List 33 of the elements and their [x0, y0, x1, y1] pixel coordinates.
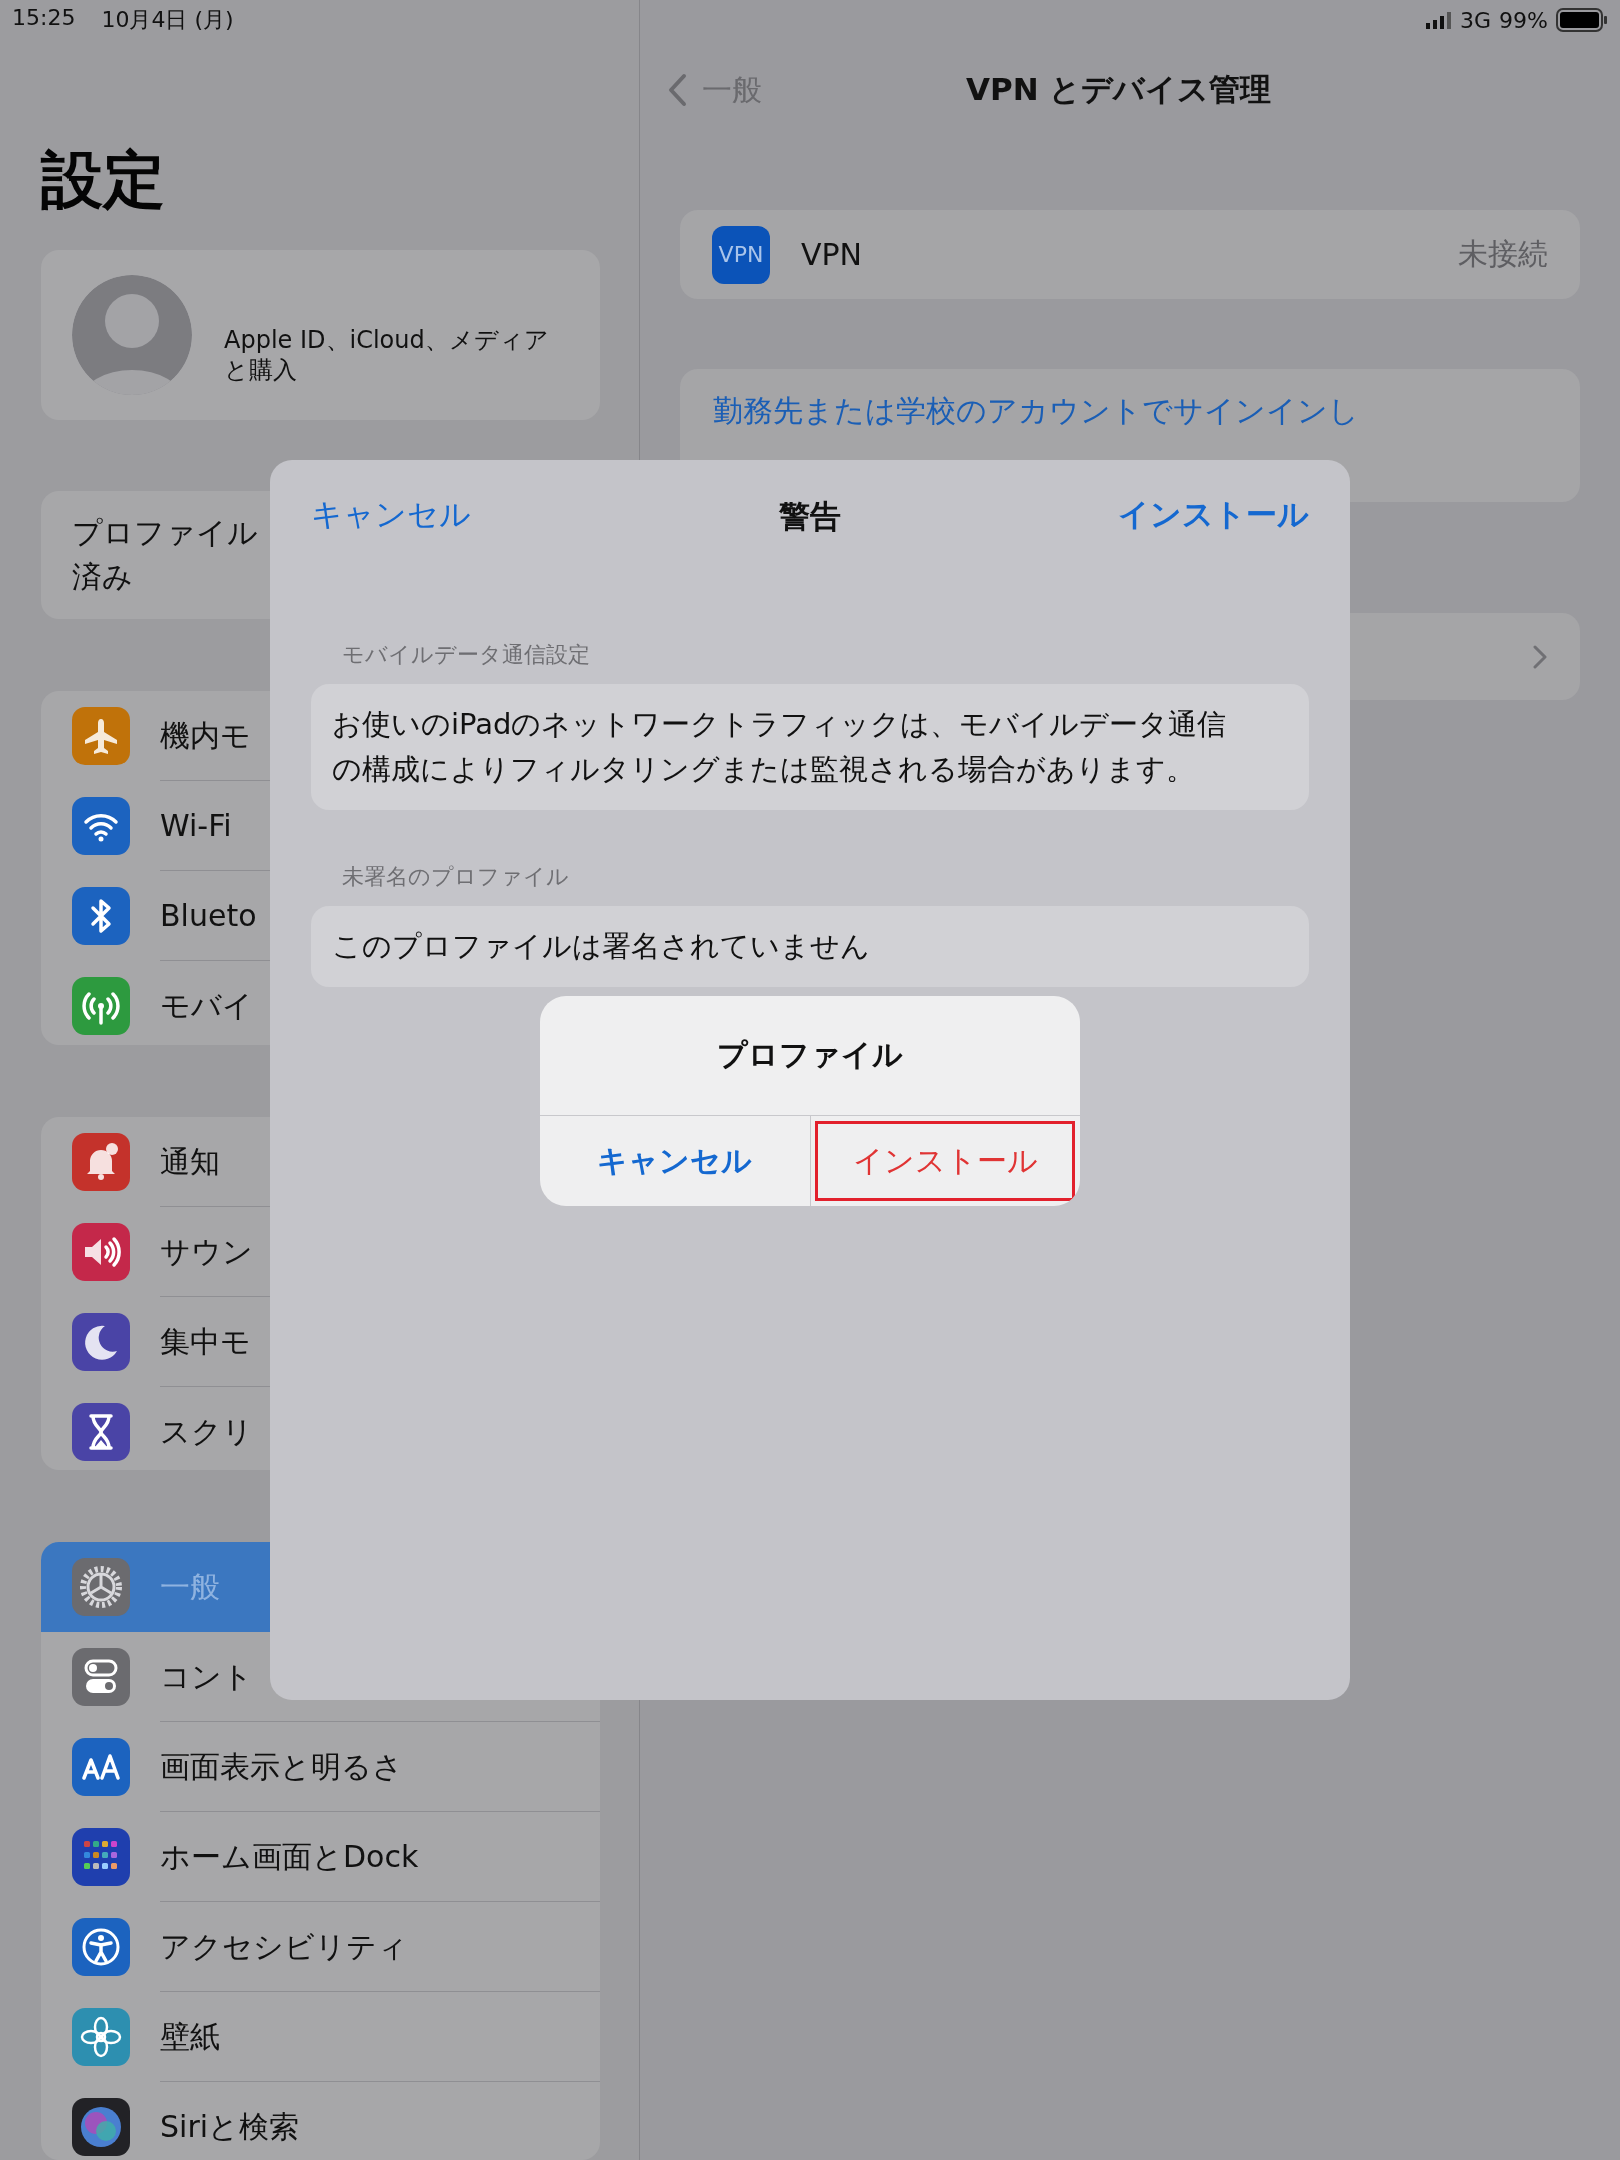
date: 10月4日 (月) [101, 6, 234, 34]
warning-text: このプロファイルは署名されていません [311, 906, 1309, 987]
account-label: Apple ID、iCloud、メディアと購入 [224, 324, 550, 385]
row-label: Blueto [160, 897, 257, 936]
row-label: スクリ [160, 1412, 253, 1451]
row-label: 一般 [160, 1567, 220, 1606]
vpn-label: VPN [801, 237, 864, 272]
row-label: ホーム画面とDock [160, 1837, 419, 1876]
row-label: モバイ [160, 987, 253, 1026]
battery-percent: 99% [1499, 7, 1548, 33]
warning-text: お使いのiPadのネットワークトラフィックは、モバイルデータ通信の構成によりフィルタリングまたは監視される場合があります。 [311, 684, 1309, 810]
sheet-title: 警告 [779, 497, 841, 536]
page-title: 設定 [41, 142, 166, 218]
row-label: Wi-Fi [160, 807, 232, 846]
row-label: 画面表示と明るさ [160, 1747, 403, 1786]
notice-text: プロファイル [72, 514, 258, 552]
row-label: アクセシビリティ [160, 1927, 408, 1966]
network-type: 3G [1460, 7, 1492, 33]
row-label: コント [160, 1657, 253, 1696]
vpn-status: 未接続 [1458, 235, 1548, 273]
vpn-icon: VPN [712, 225, 770, 284]
nav-title: VPN とデバイス管理 [966, 70, 1272, 109]
alert-title: プロファイル [717, 1036, 903, 1074]
row-label: Siriと検索 [160, 2107, 300, 2146]
row-label: 機内モ [160, 717, 251, 756]
time: 15:25 [12, 5, 76, 32]
row-label: 集中モ [160, 1322, 251, 1361]
row-label: 通知 [160, 1142, 220, 1181]
notice-text: 済み [72, 558, 133, 596]
section-header: 未署名のプロファイル [342, 863, 570, 891]
section-header: モバイルデータ通信設定 [342, 641, 591, 669]
row-label: サウン [160, 1232, 253, 1271]
row-label: 壁紙 [160, 2017, 220, 2056]
